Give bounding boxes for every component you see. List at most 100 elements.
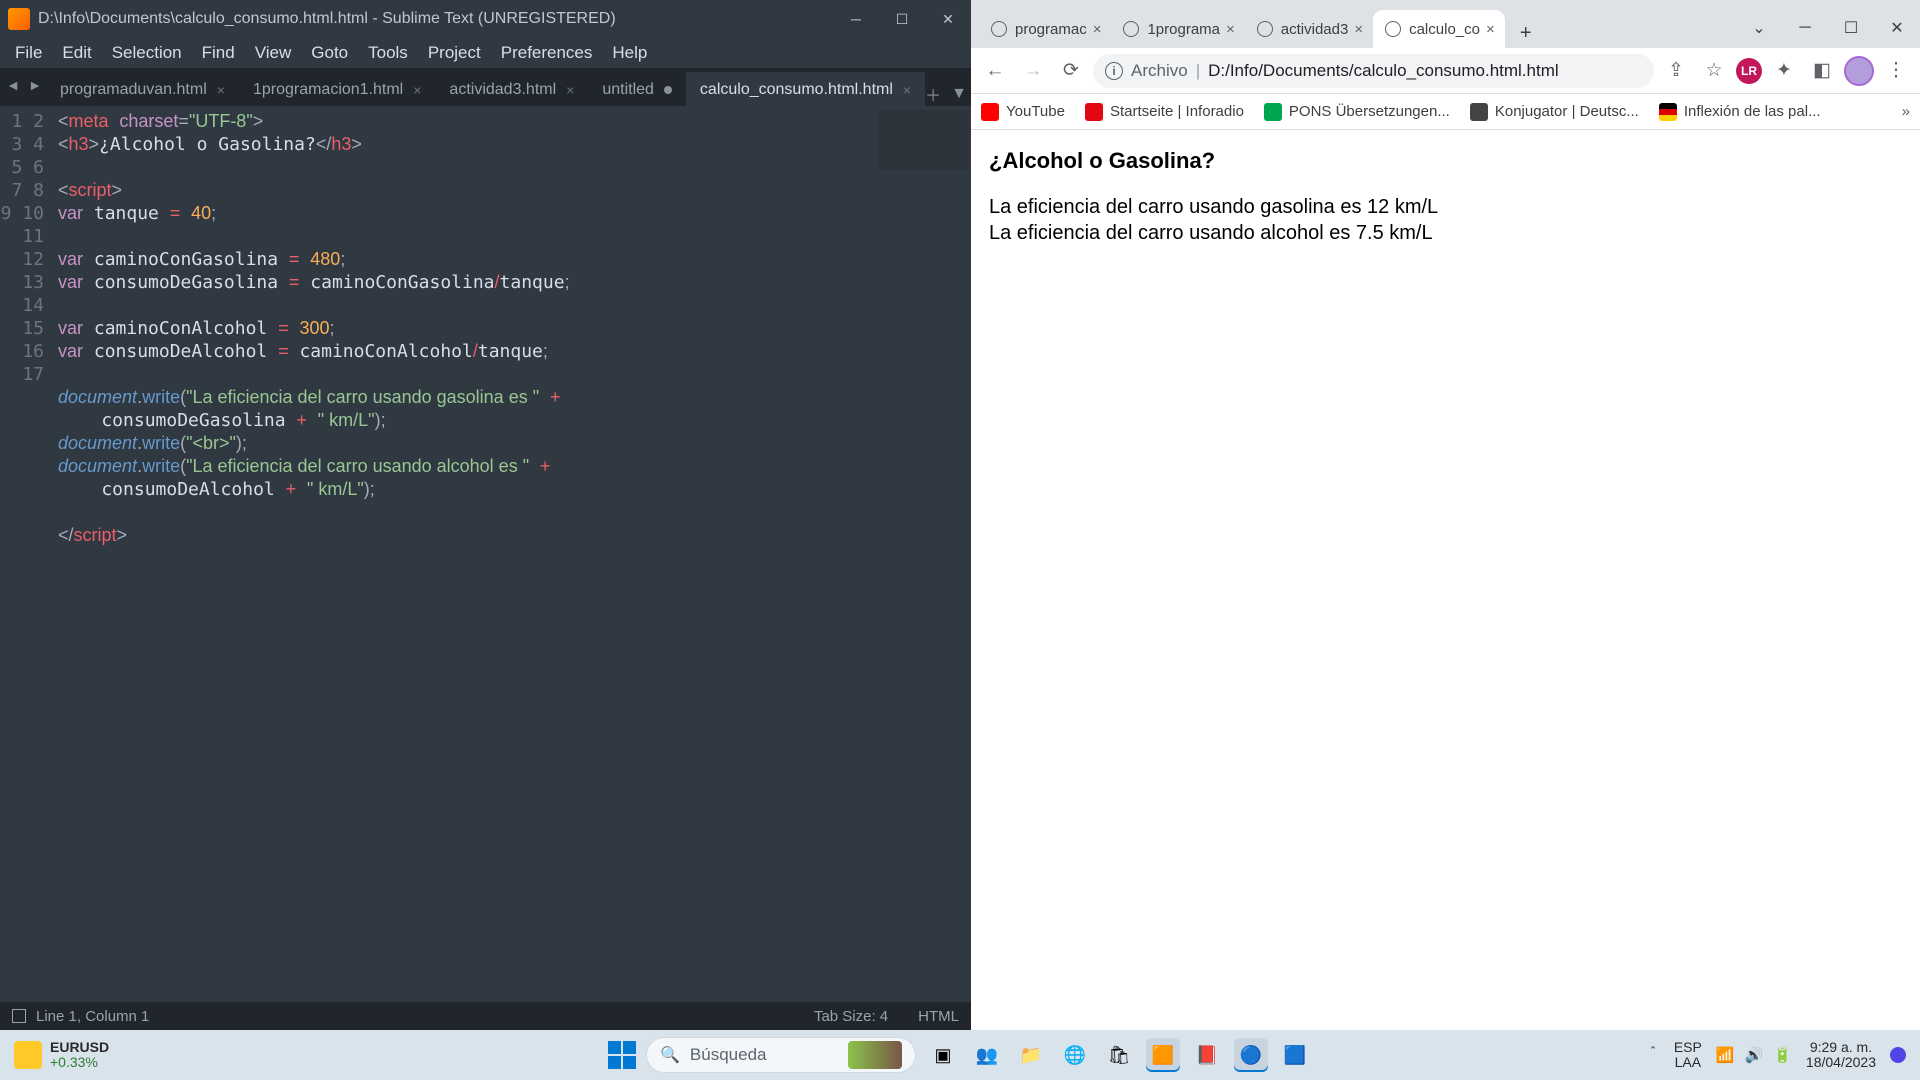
battery-icon[interactable]: 🔋 xyxy=(1773,1046,1792,1064)
sublime-window: D:\Info\Documents\calculo_consumo.html.h… xyxy=(0,0,971,1030)
start-button[interactable] xyxy=(608,1041,636,1069)
tab-close-icon[interactable]: × xyxy=(903,82,911,98)
maximize-button[interactable]: ☐ xyxy=(879,0,925,38)
menu-find[interactable]: Find xyxy=(193,41,244,65)
tray-overflow-icon[interactable]: ＾ xyxy=(1646,1045,1660,1065)
app-teams-icon[interactable]: 👥 xyxy=(970,1038,1004,1072)
chrome-toolbar: ← → ⟳ i Archivo | D:/Info/Documents/calc… xyxy=(971,48,1920,94)
code-area[interactable]: <meta charset="UTF-8"> <h3>¿Alcohol o Ga… xyxy=(58,106,971,1002)
close-button[interactable]: ✕ xyxy=(925,0,971,38)
omnibox[interactable]: i Archivo | D:/Info/Documents/calculo_co… xyxy=(1093,54,1654,88)
sublime-tab[interactable]: actividad3.html× xyxy=(435,72,588,106)
sublime-tab[interactable]: calculo_consumo.html.html× xyxy=(686,72,925,106)
bookmark-item[interactable]: Startseite | Inforadio xyxy=(1085,103,1244,121)
stock-change: +0.33% xyxy=(50,1055,109,1070)
app-acrobat-icon[interactable]: 📕 xyxy=(1190,1038,1224,1072)
sublime-title-text: D:\Info\Documents\calculo_consumo.html.h… xyxy=(38,10,833,28)
app-chrome-icon[interactable]: 🔵 xyxy=(1234,1038,1268,1072)
tab-close-icon[interactable]: × xyxy=(413,82,421,98)
avatar[interactable] xyxy=(1844,56,1874,86)
menu-goto[interactable]: Goto xyxy=(302,41,357,65)
language-indicator[interactable]: ESP LAA xyxy=(1674,1040,1702,1070)
chrome-tabsearch-icon[interactable]: ⌄ xyxy=(1736,8,1782,48)
site-info-icon[interactable]: i xyxy=(1105,62,1123,80)
menu-selection[interactable]: Selection xyxy=(103,41,191,65)
sidepanel-icon[interactable]: ◧ xyxy=(1806,55,1838,87)
tab-close-icon[interactable]: × xyxy=(1226,21,1235,38)
app-explorer-icon[interactable]: 📁 xyxy=(1014,1038,1048,1072)
nav-back-icon[interactable]: ◄ xyxy=(4,74,22,96)
page-line-1: La eficiencia del carro usando gasolina … xyxy=(989,194,1902,220)
menu-help[interactable]: Help xyxy=(603,41,656,65)
bookmark-item[interactable]: Inflexión de las pal... xyxy=(1659,103,1821,121)
chrome-maximize-button[interactable]: ☐ xyxy=(1828,8,1874,48)
page-heading: ¿Alcohol o Gasolina? xyxy=(989,148,1902,174)
chrome-menu-icon[interactable]: ⋮ xyxy=(1880,55,1912,87)
app-store-icon[interactable]: 🛍 xyxy=(1102,1038,1136,1072)
favicon-icon xyxy=(1257,21,1273,37)
tab-dropdown-icon[interactable]: ▼ xyxy=(951,85,967,103)
search-art-icon xyxy=(848,1041,902,1069)
back-button[interactable]: ← xyxy=(979,55,1011,87)
taskbar-widgets[interactable]: EURUSD +0.33% xyxy=(0,1040,109,1070)
status-tabsize[interactable]: Tab Size: 4 xyxy=(814,1008,888,1025)
stock-symbol: EURUSD xyxy=(50,1040,109,1055)
sublime-tab[interactable]: programaduvan.html× xyxy=(46,72,239,106)
status-position[interactable]: Line 1, Column 1 xyxy=(36,1008,149,1025)
extensions-icon[interactable]: ✦ xyxy=(1768,55,1800,87)
search-icon: 🔍 xyxy=(660,1045,680,1065)
tab-close-icon[interactable]: × xyxy=(1354,21,1363,38)
page-line-2: La eficiencia del carro usando alcohol e… xyxy=(989,220,1902,246)
tab-close-icon[interactable]: × xyxy=(217,82,225,98)
tab-close-icon[interactable]: × xyxy=(1486,21,1495,38)
bookmark-favicon-icon xyxy=(1470,103,1488,121)
chrome-tab[interactable]: calculo_co× xyxy=(1373,10,1505,48)
bookmark-favicon-icon xyxy=(1659,103,1677,121)
chrome-tab[interactable]: actividad3× xyxy=(1245,10,1373,48)
chrome-window: programac×1programa×actividad3×calculo_c… xyxy=(971,0,1920,1030)
menu-file[interactable]: File xyxy=(6,41,51,65)
nav-fwd-icon[interactable]: ► xyxy=(26,74,44,96)
app-sublime-icon[interactable]: 🟧 xyxy=(1146,1038,1180,1072)
menu-preferences[interactable]: Preferences xyxy=(492,41,602,65)
clock[interactable]: 9:29 a. m. 18/04/2023 xyxy=(1806,1040,1876,1070)
minimap[interactable] xyxy=(879,110,969,170)
bookmark-item[interactable]: Konjugator | Deutsc... xyxy=(1470,103,1639,121)
sublime-titlebar[interactable]: D:\Info\Documents\calculo_consumo.html.h… xyxy=(0,0,971,38)
bookmark-item[interactable]: PONS Übersetzungen... xyxy=(1264,103,1450,121)
chrome-tab[interactable]: programac× xyxy=(979,10,1111,48)
reload-button[interactable]: ⟳ xyxy=(1055,55,1087,87)
volume-icon[interactable]: 🔊 xyxy=(1745,1046,1764,1064)
task-view-icon[interactable]: ▣ xyxy=(926,1038,960,1072)
app-word-icon[interactable]: 🟦 xyxy=(1278,1038,1312,1072)
notification-icon[interactable] xyxy=(1890,1047,1906,1063)
profile-badge[interactable]: LR xyxy=(1736,58,1762,84)
menu-edit[interactable]: Edit xyxy=(53,41,100,65)
sublime-tab[interactable]: 1programacion1.html× xyxy=(239,72,435,106)
app-edge-icon[interactable]: 🌐 xyxy=(1058,1038,1092,1072)
forward-button[interactable]: → xyxy=(1017,55,1049,87)
status-lang[interactable]: HTML xyxy=(918,1008,959,1025)
bookmark-star-icon[interactable]: ☆ xyxy=(1698,55,1730,87)
menu-tools[interactable]: Tools xyxy=(359,41,417,65)
sublime-logo-icon xyxy=(8,8,30,30)
menu-project[interactable]: Project xyxy=(419,41,490,65)
chrome-close-button[interactable]: ✕ xyxy=(1874,8,1920,48)
new-tab-button[interactable]: ＋ xyxy=(925,82,941,106)
sublime-tab[interactable]: untitled xyxy=(588,72,686,106)
taskbar-search[interactable]: 🔍 Búsqueda xyxy=(646,1037,916,1073)
chrome-tab[interactable]: 1programa× xyxy=(1111,10,1244,48)
menu-view[interactable]: View xyxy=(246,41,301,65)
wifi-icon[interactable]: 📶 xyxy=(1716,1046,1735,1064)
bookmark-favicon-icon xyxy=(1264,103,1282,121)
chrome-minimize-button[interactable]: ─ xyxy=(1782,8,1828,48)
bookmark-item[interactable]: YouTube xyxy=(981,103,1065,121)
tab-close-icon[interactable]: × xyxy=(566,82,574,98)
chrome-new-tab-button[interactable]: + xyxy=(1511,18,1541,48)
omnibox-scheme: Archivo xyxy=(1131,61,1188,81)
tab-close-icon[interactable]: × xyxy=(1093,21,1102,38)
panel-toggle-icon[interactable] xyxy=(12,1009,26,1023)
share-icon[interactable]: ⇪ xyxy=(1660,55,1692,87)
minimize-button[interactable]: ─ xyxy=(833,0,879,38)
bookmarks-overflow-icon[interactable]: » xyxy=(1902,103,1910,120)
